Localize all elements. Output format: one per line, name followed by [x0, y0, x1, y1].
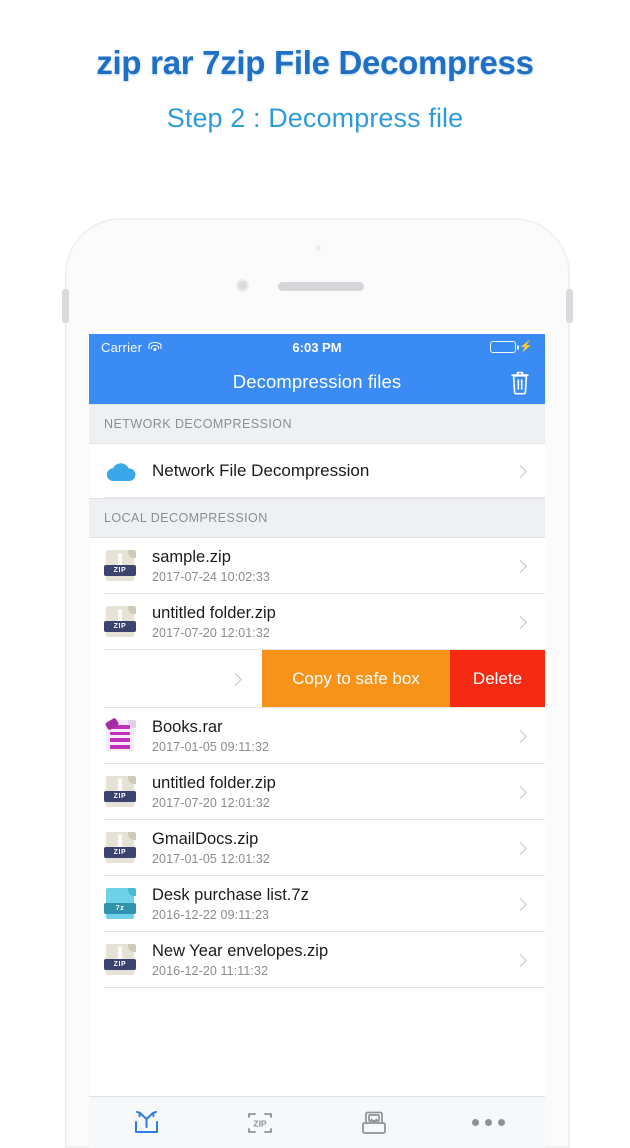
status-bar-left: Carrier: [101, 340, 162, 355]
promo-header: zip rar 7zip File Decompress Step 2 : De…: [0, 0, 630, 134]
section-header-local: LOCAL DECOMPRESSION: [89, 498, 545, 538]
file-name: untitled folder.zip: [152, 774, 276, 793]
sensor-dot: [314, 245, 321, 251]
battery-icon: [490, 341, 520, 353]
safebox-icon: [362, 1111, 386, 1134]
file-type-label: 7z: [104, 903, 136, 914]
chevron-right-icon: [514, 953, 527, 967]
earpiece-speaker: [278, 282, 364, 291]
chevron-right-icon: [514, 729, 527, 743]
table-row[interactable]: ZIP untitled folder.zip 2017-07-20 12:01…: [89, 594, 545, 650]
table-row[interactable]: ZIP untitled folder.zip 2017-07-20 12:01…: [89, 764, 545, 820]
trash-icon[interactable]: [509, 369, 531, 395]
nav-title: Decompression files: [232, 371, 402, 392]
phone-screen: Carrier 6:03 PM ⚡ Decompression files NE…: [89, 334, 545, 1148]
front-camera-icon: [236, 279, 249, 292]
table-row[interactable]: ZIP New Year envelopes.zip 2016-12-20 11…: [89, 932, 545, 988]
file-date: 2017-01-05 12:01:32: [152, 851, 270, 866]
file-date: 2016-12-22 09:11:23: [152, 907, 270, 922]
table-row-text: Books.rar 2017-01-05 09:11:32: [152, 718, 516, 754]
file-date: 2017-07-20 12:01:32: [152, 625, 270, 640]
zip-file-icon: ZIP: [104, 943, 138, 977]
chevron-right-icon: [514, 897, 527, 911]
table-row-text: Desk purchase list.7z 2016-12-22 09:11:2…: [152, 886, 516, 922]
chevron-right-icon: [229, 672, 242, 686]
page-title: zip rar 7zip File Decompress: [96, 44, 534, 81]
power-button-right: [566, 289, 573, 323]
zip-icon: ZIP: [248, 1112, 272, 1133]
file-date: 2017-07-20 12:01:32: [152, 795, 270, 810]
table-row-text: untitled folder.zip 2017-07-20 12:01:32: [152, 604, 516, 640]
file-name: untitled folder.zip: [152, 604, 276, 623]
chevron-right-icon: [514, 615, 527, 629]
table-row-text: GmailDocs.zip 2017-01-05 12:01:32: [152, 830, 516, 866]
copy-to-safe-box-button[interactable]: Copy to safe box: [262, 650, 450, 708]
table-row-text: sample.zip 2017-07-24 10:02:33: [152, 548, 516, 584]
section-header-network: NETWORK DECOMPRESSION: [89, 404, 545, 444]
volume-button-left: [62, 289, 69, 323]
chevron-right-icon: [514, 841, 527, 855]
tab-zip[interactable]: ZIP: [203, 1097, 317, 1148]
chevron-right-icon: [514, 785, 527, 799]
tab-decompress[interactable]: [89, 1097, 203, 1148]
carrier-label: Carrier: [101, 339, 143, 355]
chevron-right-icon: [514, 464, 527, 478]
file-type-label: ZIP: [104, 621, 136, 632]
file-type-label: ZIP: [104, 565, 136, 576]
rar-file-icon: [104, 717, 138, 753]
zip-file-icon: ZIP: [104, 549, 138, 583]
list-item-title: Network File Decompression: [152, 461, 370, 481]
swiped-row-peek: [89, 650, 262, 708]
delete-button[interactable]: Delete: [450, 650, 545, 708]
file-name: New Year envelopes.zip: [152, 942, 329, 961]
zip-file-icon: ZIP: [104, 775, 138, 809]
chevron-right-icon: [514, 559, 527, 573]
phone-mockup: Carrier 6:03 PM ⚡ Decompression files NE…: [62, 218, 573, 1148]
decompress-icon: [134, 1111, 158, 1133]
table-row[interactable]: 7z Desk purchase list.7z 2016-12-22 09:1…: [89, 876, 545, 932]
table-row-swiped[interactable]: Copy to safe box Delete: [89, 650, 545, 708]
zip-file-icon: ZIP: [104, 605, 138, 639]
table-row-text: untitled folder.zip 2017-07-20 12:01:32: [152, 774, 516, 810]
file-date: 2016-12-20 11:11:32: [152, 963, 269, 978]
cloud-icon: [104, 454, 138, 488]
table-row[interactable]: ZIP sample.zip 2017-07-24 10:02:33: [89, 538, 545, 594]
file-type-label: ZIP: [104, 791, 136, 802]
file-name: Desk purchase list.7z: [152, 886, 309, 905]
list-item-text: Network File Decompression: [152, 461, 516, 481]
page-subtitle: Step 2 : Decompress file: [166, 102, 464, 133]
status-bar-right: ⚡: [490, 341, 533, 353]
zip-file-icon: ZIP: [104, 831, 138, 865]
lightning-bolt-icon: ⚡: [519, 340, 533, 353]
file-name: Books.rar: [152, 718, 223, 737]
tab-safebox[interactable]: [317, 1097, 431, 1148]
wifi-icon: [148, 341, 162, 353]
tab-more[interactable]: [431, 1097, 545, 1148]
list-item-network-decompression[interactable]: Network File Decompression: [89, 444, 545, 498]
file-name: sample.zip: [152, 548, 231, 567]
table-row[interactable]: Books.rar 2017-01-05 09:11:32: [89, 708, 545, 764]
file-date: 2017-01-05 09:11:32: [152, 739, 270, 754]
table-row-text: New Year envelopes.zip 2016-12-20 11:11:…: [152, 942, 516, 978]
tab-bar: ZIP: [89, 1096, 545, 1148]
7z-file-icon: 7z: [104, 887, 138, 921]
status-bar: Carrier 6:03 PM ⚡: [89, 334, 545, 360]
file-type-label: ZIP: [104, 847, 136, 858]
table-row[interactable]: ZIP GmailDocs.zip 2017-01-05 12:01:32: [89, 820, 545, 876]
file-name: GmailDocs.zip: [152, 830, 259, 849]
file-date: 2017-07-24 10:02:33: [152, 569, 270, 584]
navigation-bar: Decompression files: [89, 360, 545, 404]
more-icon: [471, 1119, 505, 1126]
file-type-label: ZIP: [104, 959, 136, 970]
